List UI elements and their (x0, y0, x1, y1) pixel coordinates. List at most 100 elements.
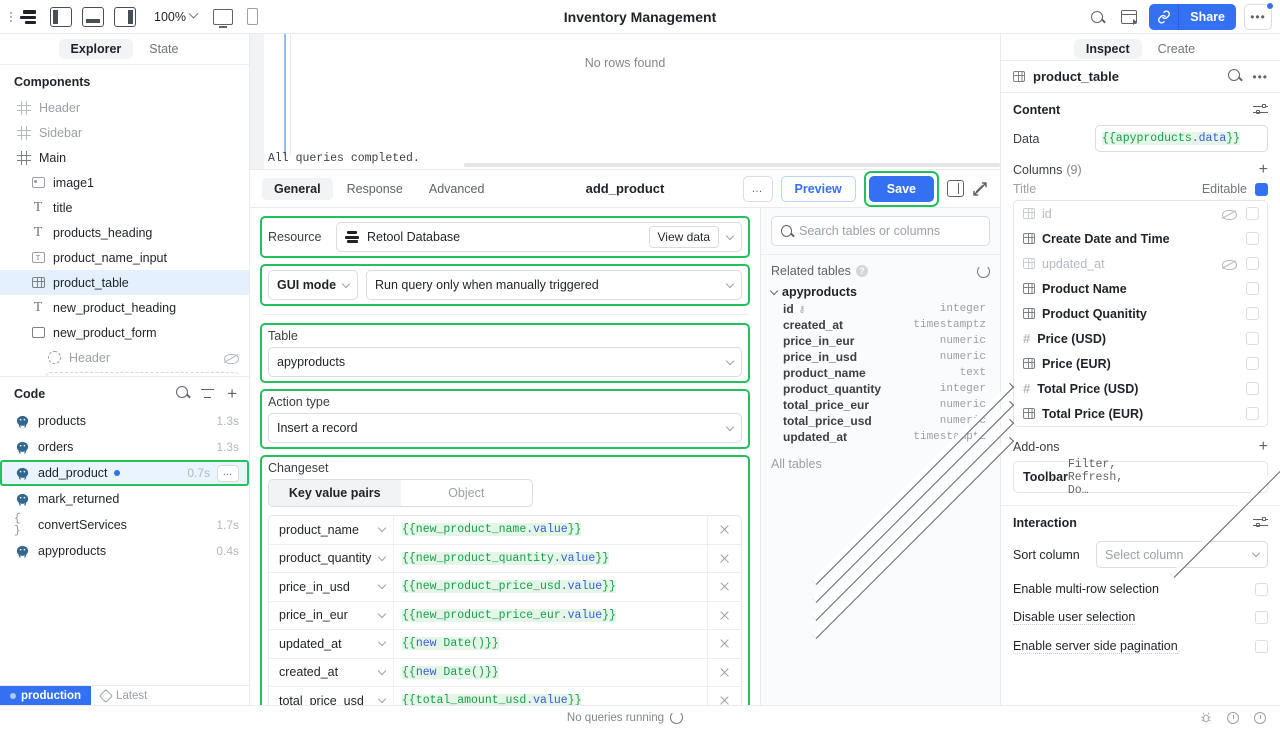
query-item-orders[interactable]: orders 1.3s (0, 434, 249, 460)
trigger-mode-selector[interactable]: Run query only when manually triggered (366, 270, 742, 300)
column-row-price-eur[interactable]: Price (EUR) (1014, 351, 1267, 376)
changeset-key-selector[interactable]: price_in_usd (269, 573, 394, 601)
expand-editor-icon[interactable] (972, 181, 988, 197)
preview-run-icon[interactable] (1117, 5, 1141, 29)
action-type-selector[interactable]: Insert a record (268, 413, 742, 443)
column-row-price-usd[interactable]: # Price (USD) (1014, 326, 1267, 351)
remove-row-icon[interactable] (707, 601, 741, 629)
tab-explorer[interactable]: Explorer (58, 39, 134, 59)
editable-all-checkbox[interactable] (1255, 182, 1268, 196)
changeset-value-editor[interactable]: {{new_product_price_usd.value}} (394, 580, 707, 594)
query-more-options-icon[interactable]: … (217, 464, 239, 482)
toggle-right-panel-button[interactable] (114, 6, 136, 27)
more-options-icon[interactable]: ••• (1252, 70, 1268, 84)
add-addon-icon[interactable]: + (1259, 439, 1268, 455)
changeset-value-editor[interactable]: {{new_product_price_eur.value}} (394, 608, 707, 622)
editable-checkbox[interactable] (1246, 332, 1259, 345)
column-row-product-name[interactable]: Product Name (1014, 276, 1267, 301)
plus-icon[interactable]: + (227, 385, 237, 402)
settings-sliders-icon[interactable] (1253, 517, 1268, 529)
retool-logo-icon[interactable] (20, 7, 40, 27)
changeset-key-selector[interactable]: price_in_eur (269, 601, 394, 629)
table-selector[interactable]: apyproducts (268, 347, 742, 377)
editable-checkbox[interactable] (1246, 382, 1259, 395)
changeset-key-selector[interactable]: total_price_usd (269, 687, 394, 705)
tree-item-product-table[interactable]: product_table (0, 270, 249, 295)
eye-off-icon[interactable] (224, 352, 239, 364)
tree-item-new-product-heading[interactable]: Tnew_product_heading (0, 295, 249, 320)
refresh-icon[interactable] (977, 264, 990, 278)
data-value-editor[interactable]: {{apyproducts.data}} (1095, 125, 1268, 152)
editable-checkbox[interactable] (1246, 257, 1259, 270)
tree-item-title[interactable]: Ttitle (0, 195, 249, 220)
history-icon[interactable] (1226, 711, 1239, 724)
search-icon[interactable] (1085, 5, 1109, 29)
tab-state[interactable]: State (137, 39, 190, 59)
schema-search-box[interactable] (771, 216, 990, 246)
tab-create[interactable]: Create (1146, 39, 1208, 59)
debug-icon[interactable] (1199, 711, 1212, 724)
remove-row-icon[interactable] (707, 573, 741, 601)
query-item-apyproducts[interactable]: apyproducts 0.4s (0, 538, 249, 564)
segment-object[interactable]: Object (401, 480, 533, 506)
remove-row-icon[interactable] (707, 544, 741, 572)
changeset-value-editor[interactable]: {{total_amount_usd.value}} (394, 694, 707, 705)
tree-item-form-header[interactable]: Header (0, 345, 249, 370)
column-row-updated[interactable]: updated_at (1014, 251, 1267, 276)
query-more-options-button[interactable]: … (742, 175, 773, 202)
query-item-products[interactable]: products 1.3s (0, 408, 249, 434)
mobile-view-icon[interactable] (246, 8, 258, 25)
settings-sliders-icon[interactable] (1253, 104, 1268, 116)
editable-checkbox[interactable] (1246, 232, 1259, 245)
gui-mode-selector[interactable]: GUI mode (268, 270, 358, 300)
all-tables-item[interactable]: apyproducts_gaby (761, 400, 1170, 604)
query-item-mark-returned[interactable]: mark_returned (0, 486, 249, 512)
environment-selector[interactable]: production (0, 685, 92, 706)
help-circle-icon[interactable] (1253, 711, 1266, 724)
disable-user-selection-checkbox[interactable] (1255, 611, 1268, 624)
server-side-pagination-checkbox[interactable] (1255, 640, 1268, 653)
schema-search-input[interactable] (799, 224, 980, 238)
search-icon[interactable] (176, 386, 189, 401)
tree-item-product-name-input[interactable]: Tproduct_name_input (0, 245, 249, 270)
zoom-level-selector[interactable]: 100% (154, 8, 199, 24)
changeset-key-selector[interactable]: updated_at (269, 630, 394, 658)
refresh-icon[interactable] (670, 711, 684, 724)
results-horizontal-scrollbar[interactable] (464, 163, 1000, 167)
tree-item-sidebar[interactable]: Sidebar (0, 120, 249, 145)
query-item-convert-services[interactable]: { } convertServices 1.7s (0, 512, 249, 538)
tab-general[interactable]: General (262, 177, 333, 200)
column-row-created[interactable]: Create Date and Time (1014, 226, 1267, 251)
link-icon[interactable] (1149, 3, 1180, 30)
filter-icon[interactable] (201, 388, 215, 399)
add-column-icon[interactable]: + (1259, 162, 1268, 178)
column-row-total-price-eur[interactable]: Total Price (EUR) (1014, 401, 1267, 426)
column-row-product-quantity[interactable]: Product Quanitity (1014, 301, 1267, 326)
preview-button[interactable]: Preview (780, 175, 856, 202)
more-options-icon[interactable]: ••• (1244, 1, 1274, 30)
tab-response[interactable]: Response (335, 178, 415, 200)
tab-inspect[interactable]: Inspect (1073, 39, 1142, 59)
remove-row-icon[interactable] (707, 516, 741, 544)
editable-checkbox[interactable] (1246, 207, 1259, 220)
editable-checkbox[interactable] (1246, 307, 1259, 320)
save-button[interactable]: Save (868, 175, 934, 202)
tree-item-new-product-form[interactable]: new_product_form (0, 320, 249, 345)
toggle-left-panel-button[interactable] (50, 6, 72, 27)
column-row-total-price-usd[interactable]: # Total Price (USD) (1014, 376, 1267, 401)
schema-table-node[interactable]: apyproducts (761, 283, 1000, 301)
segment-key-value-pairs[interactable]: Key value pairs (269, 480, 401, 506)
changeset-key-selector[interactable]: created_at (269, 658, 394, 686)
changeset-value-editor[interactable]: {{new Date()}} (394, 637, 707, 651)
column-row-id[interactable]: id (1014, 201, 1267, 226)
toggle-schema-panel-icon[interactable] (947, 180, 964, 197)
tree-item-products-heading[interactable]: Tproducts_heading (0, 220, 249, 245)
desktop-view-icon[interactable] (212, 8, 233, 28)
drag-handle-icon[interactable] (8, 11, 16, 22)
editable-checkbox[interactable] (1246, 282, 1259, 295)
multi-row-selection-checkbox[interactable] (1255, 582, 1268, 596)
remove-row-icon[interactable] (707, 687, 741, 705)
query-item-add-product[interactable]: add_product 0.7s … (0, 460, 249, 486)
tab-advanced[interactable]: Advanced (417, 178, 497, 200)
eye-off-icon[interactable] (1222, 208, 1237, 220)
